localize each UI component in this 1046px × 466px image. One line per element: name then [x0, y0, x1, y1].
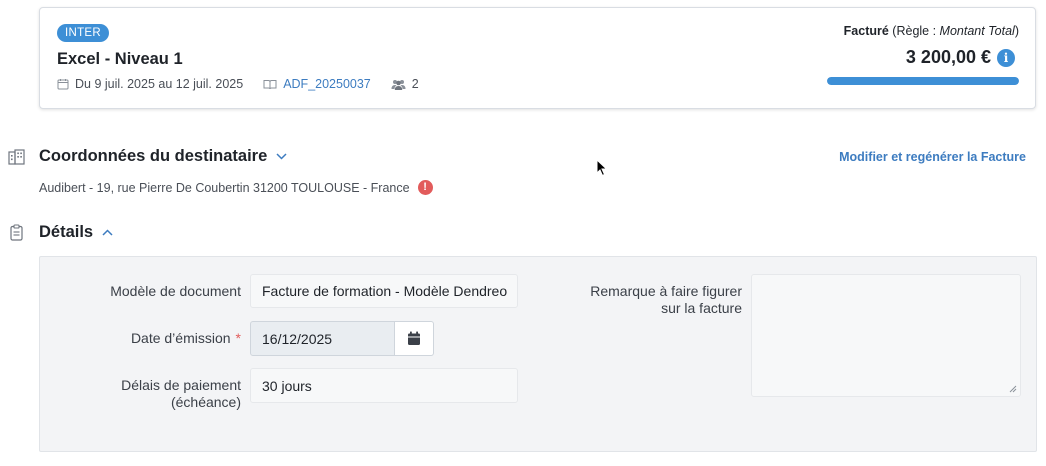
warning-icon[interactable]: ! — [417, 180, 433, 195]
invoice-rule-prefix: (Règle : — [888, 24, 940, 38]
remark-textarea[interactable] — [751, 274, 1021, 397]
payment-terms-input[interactable]: 30 jours — [250, 368, 518, 403]
session-reference[interactable]: ADF_20250037 — [263, 77, 371, 91]
clipboard-icon — [10, 224, 23, 241]
resize-handle-icon[interactable] — [1009, 385, 1017, 393]
issue-date-input[interactable]: 16/12/2025 — [250, 321, 395, 356]
doc-model-label: Modèle de document — [110, 283, 241, 299]
mouse-cursor-icon — [596, 159, 608, 177]
invoice-amount-value: 3 200,00 € — [905, 47, 991, 67]
chevron-down-icon[interactable] — [276, 153, 287, 160]
chevron-up-icon[interactable] — [102, 229, 113, 236]
session-type-badge: INTER — [57, 24, 109, 42]
info-icon[interactable]: i — [997, 48, 1015, 67]
payment-terms-label: Délais de paiement (échéance) — [121, 377, 241, 411]
issue-date-label-wrap: Date d’émission * — [131, 330, 241, 347]
remark-label-line2: sur la facture — [661, 300, 742, 316]
recipient-section-header[interactable]: Coordonnées du destinataire — [39, 147, 287, 166]
building-icon — [8, 149, 25, 165]
details-section-title: Détails — [39, 223, 94, 241]
remark-label: Remarque à faire figurer sur la facture — [590, 283, 742, 317]
invoice-progress-bar — [827, 77, 1019, 85]
session-participants: 2 — [391, 77, 419, 91]
recipient-address: Audibert - 19, rue Pierre De Coubertin 3… — [39, 180, 433, 195]
regenerate-invoice-link[interactable]: Modifier et regénérer la Facture — [839, 150, 1026, 164]
participants-count: 2 — [411, 77, 419, 91]
issue-date-label: Date d’émission — [130, 330, 231, 346]
invoice-rule-value: Montant Total — [939, 24, 1015, 38]
users-icon — [391, 79, 406, 90]
required-mark: * — [235, 330, 241, 346]
session-dates-text: Du 9 juil. 2025 au 12 juil. 2025 — [75, 77, 244, 91]
invoice-status: Facturé (Règle : Montant Total) — [844, 24, 1019, 38]
session-dates: Du 9 juil. 2025 au 12 juil. 2025 — [57, 77, 243, 91]
invoice-status-label: Facturé — [843, 24, 889, 38]
invoice-rule-suffix: ) — [1014, 24, 1019, 38]
recipient-address-text: Audibert - 19, rue Pierre De Coubertin 3… — [39, 180, 410, 195]
invoice-amount: 3 200,00 € i — [906, 47, 1015, 68]
calendar-icon — [57, 79, 69, 90]
calendar-icon — [408, 331, 420, 345]
session-reference-link[interactable]: ADF_20250037 — [283, 77, 371, 91]
book-icon — [263, 79, 277, 89]
payment-terms-label-line1: Délais de paiement — [121, 377, 241, 393]
remark-label-line1: Remarque à faire figurer — [590, 283, 742, 299]
session-card: INTER Excel - Niveau 1 Du 9 juil. 2025 a… — [39, 7, 1036, 109]
issue-date-value: 16/12/2025 — [262, 330, 333, 347]
course-title: Excel - Niveau 1 — [57, 50, 183, 68]
recipient-section-title: Coordonnées du destinataire — [39, 147, 268, 165]
session-meta: Du 9 juil. 2025 au 12 juil. 2025 ADF_202… — [57, 77, 439, 91]
doc-model-value: Facture de formation - Modèle Dendreo — [262, 283, 508, 299]
payment-terms-value: 30 jours — [262, 377, 312, 394]
doc-model-select[interactable]: Facture de formation - Modèle Dendreo — [250, 274, 518, 308]
payment-terms-label-line2: (échéance) — [170, 394, 241, 410]
details-section-header[interactable]: Détails — [39, 223, 113, 242]
details-panel: Modèle de document Facture de formation … — [39, 256, 1037, 452]
invoice-progress-fill — [827, 77, 1019, 85]
date-picker-button[interactable] — [395, 321, 434, 356]
